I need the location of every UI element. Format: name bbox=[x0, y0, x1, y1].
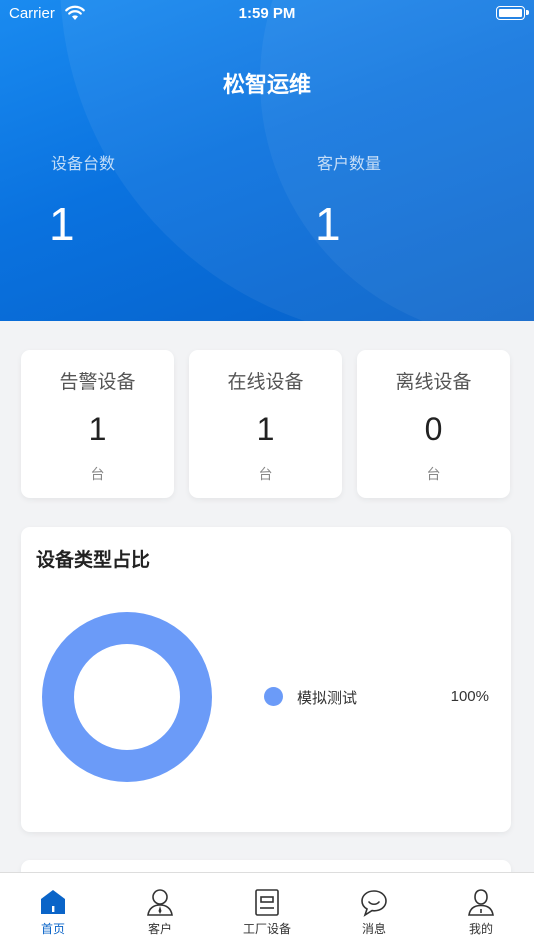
card-unit: 台 bbox=[90, 467, 105, 483]
device-count-value: 1 bbox=[49, 198, 75, 250]
offline-devices-card[interactable]: 离线设备 0 台 bbox=[357, 350, 510, 498]
legend-label: 模拟测试 bbox=[297, 689, 358, 707]
chart-title: 设备类型占比 bbox=[36, 549, 151, 571]
card-value: 1 bbox=[88, 411, 107, 447]
tab-label: 客户 bbox=[147, 922, 172, 936]
tab-bar: 首页 客户 工厂设备 消息 我的 bbox=[0, 872, 534, 950]
tab-messages[interactable]: 消息 bbox=[334, 873, 414, 950]
card-title: 在线设备 bbox=[227, 371, 304, 393]
alarm-devices-card[interactable]: 告警设备 1 台 bbox=[21, 350, 174, 498]
device-icon bbox=[255, 889, 279, 916]
status-bar: Carrier 1:59 PM bbox=[0, 0, 534, 28]
message-icon bbox=[361, 890, 387, 917]
customer-count-value: 1 bbox=[315, 198, 341, 250]
online-devices-card[interactable]: 在线设备 1 台 bbox=[189, 350, 342, 498]
legend-color-dot bbox=[264, 687, 283, 706]
card-title: 告警设备 bbox=[59, 371, 136, 393]
card-value: 1 bbox=[256, 411, 275, 447]
tab-profile[interactable]: 我的 bbox=[441, 873, 521, 950]
donut-chart bbox=[42, 612, 212, 782]
card-unit: 台 bbox=[258, 467, 273, 483]
tab-home[interactable]: 首页 bbox=[13, 873, 93, 950]
customer-icon bbox=[147, 889, 173, 916]
card-value: 0 bbox=[424, 411, 443, 447]
tab-label: 工厂设备 bbox=[242, 922, 291, 936]
tab-factory-devices[interactable]: 工厂设备 bbox=[227, 873, 307, 950]
app-screen: Carrier 1:59 PM 松智运维 设备台数 1 客户数量 1 告警设备 … bbox=[0, 0, 534, 950]
profile-icon bbox=[468, 889, 494, 916]
device-type-chart-card: 设备类型占比 模拟测试 100% bbox=[21, 527, 511, 832]
tab-label: 首页 bbox=[40, 922, 65, 936]
clock: 1:59 PM bbox=[238, 5, 296, 22]
home-icon bbox=[41, 890, 65, 914]
card-unit: 台 bbox=[426, 467, 441, 483]
legend-percent: 100% bbox=[450, 688, 489, 705]
tab-label: 我的 bbox=[468, 922, 493, 936]
battery-icon bbox=[496, 6, 529, 20]
device-count-label: 设备台数 bbox=[51, 154, 116, 173]
tab-customers[interactable]: 客户 bbox=[120, 873, 200, 950]
page-title: 松智运维 bbox=[222, 73, 311, 98]
tab-label: 消息 bbox=[361, 922, 386, 936]
pie-slice-模拟测试 bbox=[42, 612, 212, 782]
customer-count-label: 客户数量 bbox=[317, 154, 382, 173]
card-title: 离线设备 bbox=[395, 371, 472, 393]
